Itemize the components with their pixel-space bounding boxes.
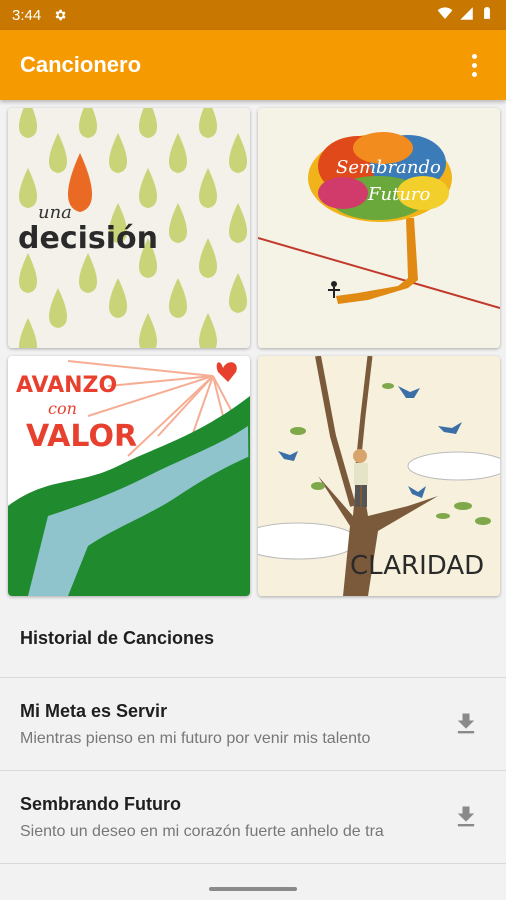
album-1-small-title: una [38, 202, 72, 223]
album-3-title-line3: VALOR [26, 419, 137, 454]
status-time: 3:44 [12, 6, 42, 24]
battery-icon [480, 5, 494, 25]
album-3-title-line1: AVANZO [16, 373, 117, 398]
album-card-claridad[interactable]: CLARIDAD [258, 356, 500, 596]
song-title: Mi Meta es Servir [20, 700, 168, 721]
song-subtitle: Siento un deseo en mi corazón fuerte anh… [20, 822, 384, 840]
album-card-sembrando-futuro[interactable]: Sembrando Futuro [258, 108, 500, 348]
album-cover-claridad: CLARIDAD [258, 356, 500, 596]
history-header: Historial de Canciones [0, 600, 506, 678]
app-title: Cancionero [20, 52, 142, 77]
list-item[interactable]: Sembrando Futuro Siento un deseo en mi c… [0, 771, 506, 864]
app-bar: Cancionero [0, 30, 506, 100]
more-vert-icon[interactable] [462, 50, 486, 80]
signal-icon [459, 6, 474, 25]
album-1-big-title: decisión [18, 221, 158, 256]
wifi-icon [437, 5, 453, 25]
download-icon[interactable] [446, 704, 486, 744]
gear-icon [53, 8, 67, 22]
list-item[interactable]: Mi Meta es Servir Mientras pienso en mi … [0, 678, 506, 771]
album-cover-sembrando-futuro: Sembrando Futuro [258, 108, 500, 348]
album-cover-una-decision: una decisión [8, 108, 250, 348]
gesture-nav-handle[interactable] [209, 887, 297, 891]
album-card-una-decision[interactable]: una decisión [8, 108, 250, 348]
status-bar: 3:44 [0, 0, 506, 30]
album-cover-avanzo-con-valor: AVANZO con VALOR [8, 356, 250, 596]
album-grid: una decisión Sembrando Futuro AVANZO con… [8, 108, 500, 598]
album-4-title: CLARIDAD [350, 551, 484, 581]
album-2-title-line2: Futuro [367, 184, 431, 205]
download-icon[interactable] [446, 797, 486, 837]
history-section: Historial de Canciones Mi Meta es Servir… [0, 600, 506, 864]
song-subtitle: Mientras pienso en mi futuro por venir m… [20, 729, 371, 747]
song-title: Sembrando Futuro [20, 793, 181, 814]
album-2-title-line1: Sembrando [336, 157, 441, 178]
album-card-avanzo-con-valor[interactable]: AVANZO con VALOR [8, 356, 250, 596]
album-3-title-line2: con [48, 399, 77, 418]
